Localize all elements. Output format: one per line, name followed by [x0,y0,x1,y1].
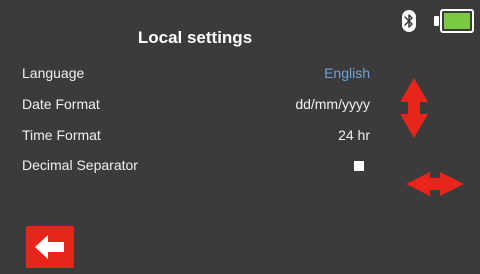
battery-level-fill [444,13,470,29]
left-right-arrow-icon[interactable] [406,172,464,196]
setting-row-decimal-separator[interactable]: Decimal Separator [22,157,370,177]
setting-label: Language [22,65,85,81]
setting-value-language[interactable]: English [324,65,370,81]
bluetooth-icon [402,10,416,32]
setting-value-date-format[interactable]: dd/mm/yyyy [295,96,370,112]
setting-row-date-format[interactable]: Date Format dd/mm/yyyy [22,96,370,116]
setting-value-time-format[interactable]: 24 hr [338,127,370,143]
up-down-arrow-icon[interactable] [400,78,428,138]
battery-icon [440,9,474,33]
local-settings-screen: Local settings Language English Date For… [0,0,480,274]
battery-tip [434,16,439,26]
back-arrow-icon [35,235,64,259]
setting-label: Date Format [22,96,100,112]
back-button[interactable] [26,226,74,268]
setting-row-language[interactable]: Language English [22,65,370,85]
decimal-separator-checkbox[interactable] [354,161,364,171]
setting-label: Decimal Separator [22,157,138,173]
setting-row-time-format[interactable]: Time Format 24 hr [22,127,370,147]
page-title: Local settings [137,28,253,47]
setting-label: Time Format [22,127,101,143]
